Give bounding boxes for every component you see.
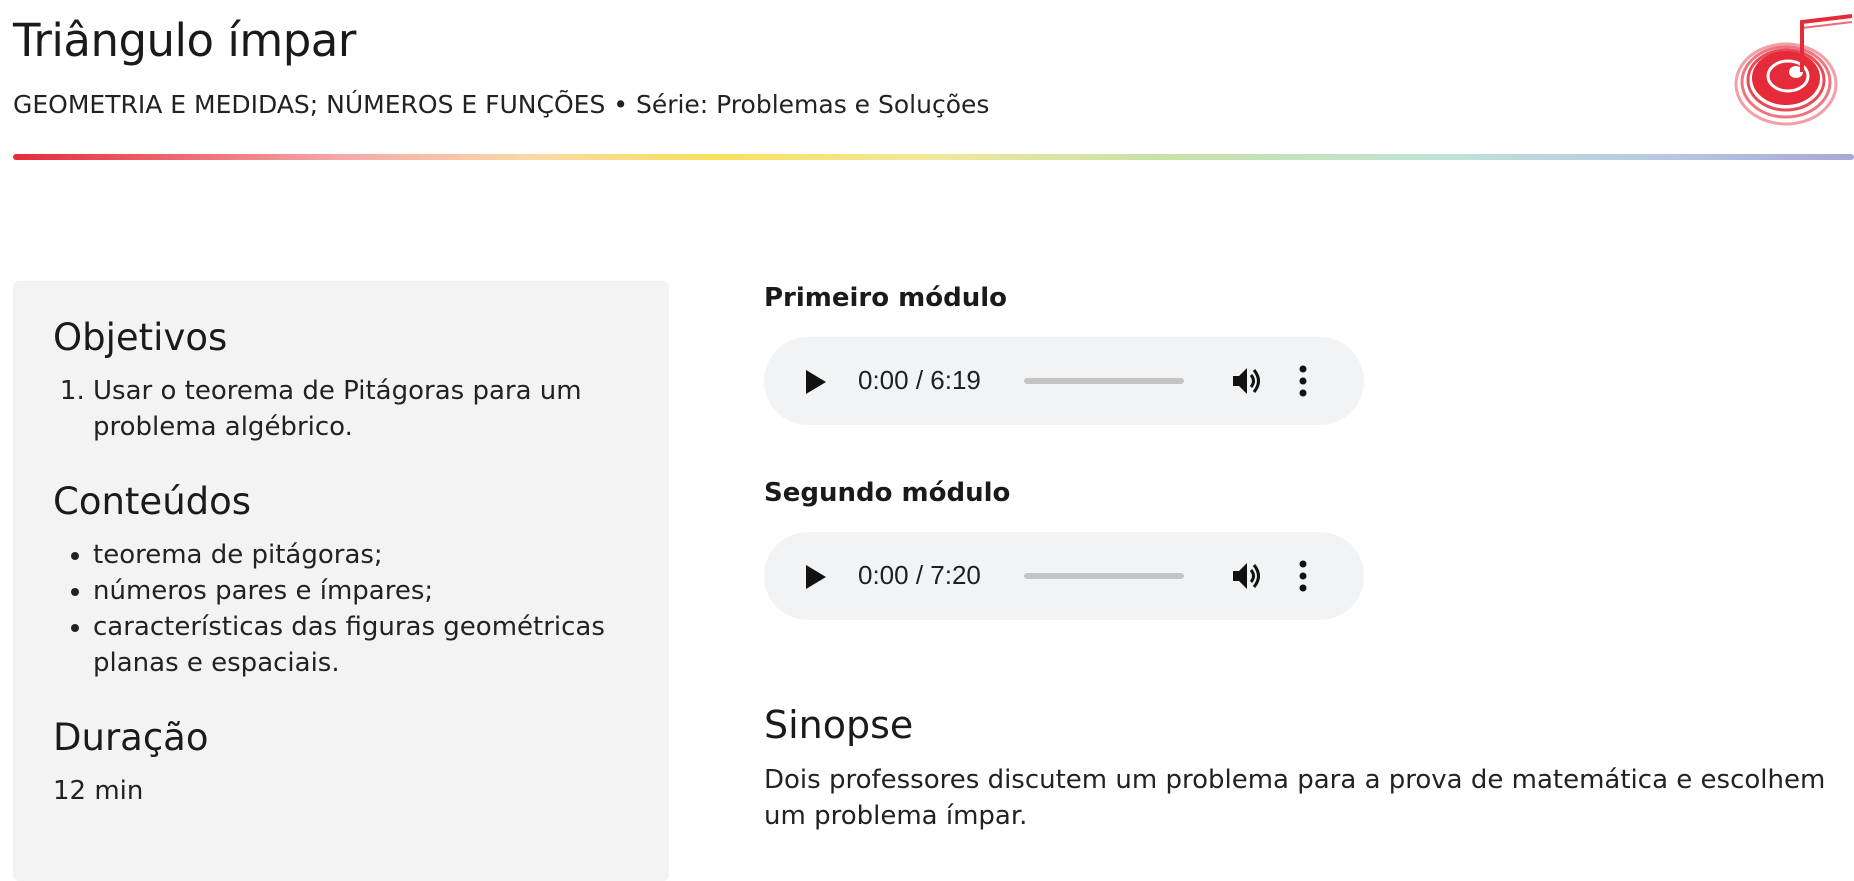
more-vertical-icon[interactable] [1299, 365, 1307, 397]
volume-icon[interactable] [1231, 561, 1263, 591]
duracao-heading: Duração [53, 716, 209, 759]
sinopse-heading: Sinopse [764, 703, 914, 747]
progress-slider[interactable] [1024, 573, 1184, 579]
module-2-label: Segundo módulo [764, 478, 1011, 508]
conteudos-heading: Conteúdos [53, 480, 252, 523]
list-item: números pares e ímpares; [93, 573, 653, 609]
list-item: características das figuras geométricas … [93, 609, 653, 681]
duracao-value: 12 min [53, 776, 144, 806]
objetivos-list: Usar o teorema de Pitágoras para um prob… [53, 373, 653, 445]
page-subtitle: GEOMETRIA E MEDIDAS; NÚMEROS E FUNÇÕES •… [13, 90, 990, 119]
module-1-label: Primeiro módulo [764, 283, 1008, 313]
play-icon[interactable] [804, 564, 828, 590]
time-display: 0:00 / 6:19 [858, 365, 981, 395]
audio-player-1[interactable]: 0:00 / 6:19 [764, 337, 1364, 425]
more-vertical-icon[interactable] [1299, 560, 1307, 592]
header-divider [13, 154, 1854, 160]
music-note-disc-logo-icon[interactable] [1730, 14, 1854, 126]
page-title: Triângulo ímpar [13, 14, 356, 67]
objetivos-heading: Objetivos [53, 316, 228, 359]
list-item: Usar o teorema de Pitágoras para um prob… [93, 373, 653, 445]
conteudos-list: teorema de pitágoras; números pares e ím… [53, 537, 653, 681]
time-display: 0:00 / 7:20 [858, 560, 981, 590]
play-icon[interactable] [804, 369, 828, 395]
audio-player-2[interactable]: 0:00 / 7:20 [764, 532, 1364, 620]
list-item: teorema de pitágoras; [93, 537, 653, 573]
volume-icon[interactable] [1231, 366, 1263, 396]
sinopse-text: Dois professores discutem um problema pa… [764, 765, 1826, 831]
progress-slider[interactable] [1024, 378, 1184, 384]
info-panel: Objetivos Usar o teorema de Pitágoras pa… [13, 281, 669, 881]
